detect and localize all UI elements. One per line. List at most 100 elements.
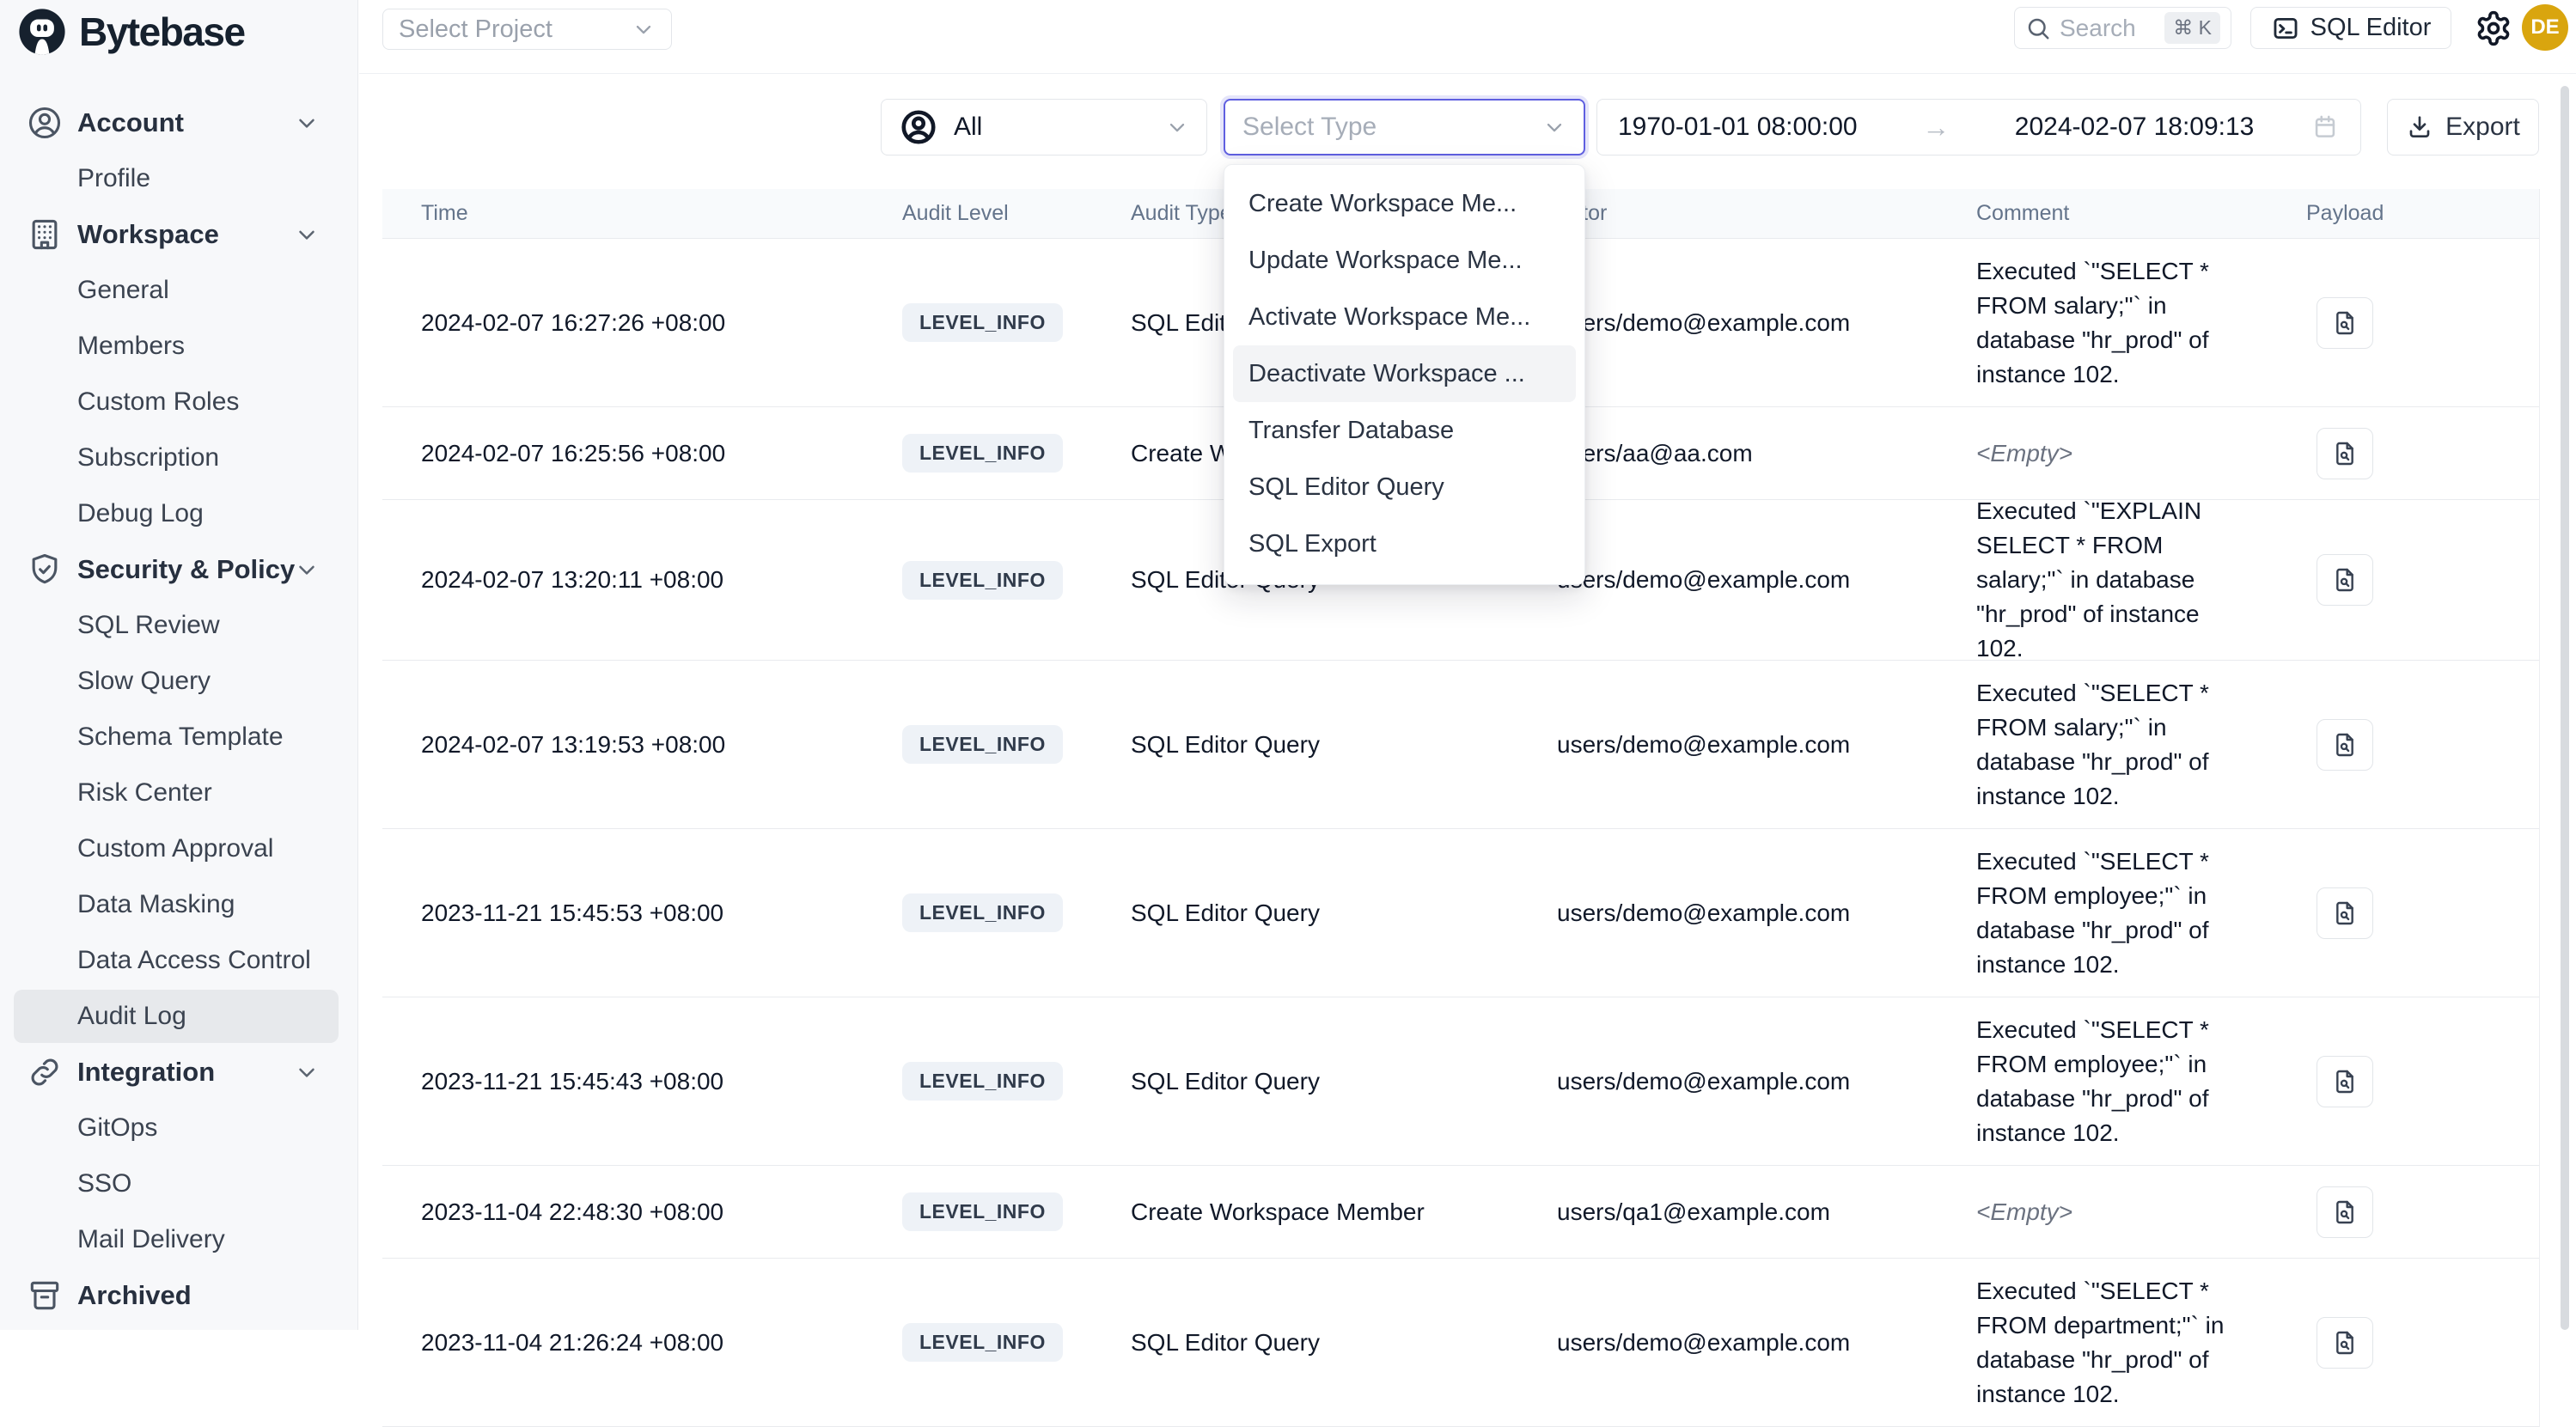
sidebar-item-sql-review[interactable]: SQL Review <box>14 599 339 652</box>
sidebar-item-custom-approval[interactable]: Custom Approval <box>14 822 339 875</box>
sidebar-item-schema-template[interactable]: Schema Template <box>14 710 339 764</box>
file-search-icon <box>2331 440 2359 467</box>
sidebar-item-account[interactable]: Account <box>14 96 339 149</box>
archive-icon <box>26 1277 64 1314</box>
project-select-placeholder: Select Project <box>399 15 552 44</box>
row-time: 2023-11-21 15:45:43 +08:00 <box>421 997 723 1165</box>
level-badge: LEVEL_INFO <box>902 434 1063 473</box>
date-end-value[interactable]: 2024-02-07 18:09:13 <box>2015 113 2255 142</box>
file-search-icon <box>2331 1068 2359 1095</box>
row-time: 2024-02-07 13:20:11 +08:00 <box>421 500 723 660</box>
menu-item-sql-editor-query[interactable]: SQL Editor Query <box>1233 459 1576 515</box>
row-actor: users/demo@example.com <box>1557 500 1850 660</box>
sidebar-item-workspace[interactable]: Workspace <box>14 208 339 261</box>
payload-view-button[interactable] <box>2317 1186 2373 1238</box>
level-badge: LEVEL_INFO <box>902 1192 1063 1231</box>
sidebar-item-slow-query[interactable]: Slow Query <box>14 655 339 708</box>
sidebar-item-members[interactable]: Members <box>14 320 339 373</box>
building-icon <box>26 216 64 253</box>
avatar[interactable]: DE <box>2522 4 2568 51</box>
file-search-icon <box>2331 731 2359 759</box>
bytebase-logo[interactable]: Bytebase <box>17 7 245 57</box>
search-input[interactable]: Search ⌘ K <box>2014 7 2231 49</box>
sidebar-item-gitops[interactable]: GitOps <box>14 1101 339 1155</box>
row-comment: Executed `"SELECT * FROM salary;"` in da… <box>1976 676 2247 814</box>
menu-item-deactivate-workspace-member[interactable]: Deactivate Workspace ... <box>1233 345 1576 402</box>
sidebar-item-debug-log[interactable]: Debug Log <box>14 487 339 540</box>
row-actor: users/qa1@example.com <box>1557 1166 1830 1258</box>
row-time: 2023-11-21 15:45:53 +08:00 <box>421 829 723 997</box>
sidebar-item-risk-center[interactable]: Risk Center <box>14 766 339 820</box>
table-row: 2023-11-21 15:45:53 +08:00 LEVEL_INFO SQ… <box>382 829 2539 997</box>
payload-view-button[interactable] <box>2317 1056 2373 1107</box>
payload-view-button[interactable] <box>2317 297 2373 349</box>
row-audit-type: SQL Editor Query <box>1131 1259 1320 1426</box>
brand-name: Bytebase <box>79 9 245 55</box>
shield-check-icon <box>26 551 64 588</box>
type-filter-dropdown-menu: Create Workspace Me... Update Workspace … <box>1224 164 1585 585</box>
row-comment: Executed `"SELECT * FROM salary;"` in da… <box>1976 254 2247 392</box>
top-bar: Select Project Search ⌘ K SQL Editor DE <box>359 0 2576 74</box>
menu-item-update-workspace-member[interactable]: Update Workspace Me... <box>1233 232 1576 289</box>
menu-item-activate-workspace-member[interactable]: Activate Workspace Me... <box>1233 289 1576 345</box>
sidebar-item-data-access-control[interactable]: Data Access Control <box>14 934 339 987</box>
chevron-down-icon <box>294 222 320 247</box>
sidebar-item-label: SSO <box>77 1169 131 1198</box>
row-comment: <Empty> <box>1976 436 2247 471</box>
row-audit-level: LEVEL_INFO <box>902 1166 1063 1258</box>
table-row: 2023-11-04 21:26:24 +08:00 LEVEL_INFO SQ… <box>382 1259 2539 1427</box>
sidebar-item-profile[interactable]: Profile <box>14 152 339 205</box>
sidebar-item-archived[interactable]: Archived <box>14 1269 339 1322</box>
bytebase-logo-icon <box>17 7 67 57</box>
column-header-comment: Comment <box>1976 189 2069 238</box>
menu-item-sql-export[interactable]: SQL Export <box>1233 515 1576 572</box>
sidebar-item-integration[interactable]: Integration <box>14 1046 339 1099</box>
payload-view-button[interactable] <box>2317 1317 2373 1369</box>
level-badge: LEVEL_INFO <box>902 1062 1063 1101</box>
payload-view-button[interactable] <box>2317 719 2373 771</box>
sidebar-item-security-policy[interactable]: Security & Policy <box>14 543 339 596</box>
sidebar-item-label: Schema Template <box>77 723 284 752</box>
row-time: 2024-02-07 16:27:26 +08:00 <box>421 239 725 406</box>
sidebar-item-subscription[interactable]: Subscription <box>14 431 339 485</box>
row-audit-level: LEVEL_INFO <box>902 997 1063 1165</box>
payload-view-button[interactable] <box>2317 887 2373 939</box>
export-button[interactable]: Export <box>2387 99 2539 156</box>
search-icon <box>2025 15 2051 41</box>
sidebar: Bytebase Account Profile Workspace Gener… <box>0 0 358 1330</box>
sidebar-item-label: Workspace <box>77 219 219 250</box>
sidebar-item-label: Profile <box>77 164 150 193</box>
menu-item-create-workspace-member[interactable]: Create Workspace Me... <box>1233 175 1576 232</box>
sidebar-item-mail-delivery[interactable]: Mail Delivery <box>14 1213 339 1266</box>
sql-editor-button[interactable]: SQL Editor <box>2250 7 2451 49</box>
search-placeholder: Search <box>2060 15 2156 42</box>
chevron-down-icon <box>1542 115 1566 139</box>
sidebar-item-general[interactable]: General <box>14 264 339 317</box>
search-shortcut-badge: ⌘ K <box>2164 12 2220 44</box>
row-audit-level: LEVEL_INFO <box>902 407 1063 499</box>
type-filter-select[interactable]: Select Type <box>1224 99 1585 156</box>
sidebar-item-data-masking[interactable]: Data Masking <box>14 878 339 931</box>
date-start-value[interactable]: 1970-01-01 08:00:00 <box>1618 113 1858 142</box>
type-filter-placeholder: Select Type <box>1242 113 1377 142</box>
payload-view-button[interactable] <box>2317 554 2373 606</box>
file-search-icon <box>2331 309 2359 337</box>
row-comment: <Empty> <box>1976 1195 2247 1229</box>
vertical-scrollbar[interactable] <box>2561 86 2569 1330</box>
payload-view-button[interactable] <box>2317 428 2373 479</box>
row-audit-level: LEVEL_INFO <box>902 661 1063 828</box>
date-range-picker[interactable]: 1970-01-01 08:00:00 → 2024-02-07 18:09:1… <box>1596 99 2361 156</box>
sidebar-item-label: SQL Review <box>77 611 220 640</box>
column-header-payload: Payload <box>2306 189 2384 238</box>
project-select[interactable]: Select Project <box>382 9 672 50</box>
actor-filter-select[interactable]: All <box>881 99 1207 156</box>
sidebar-item-sso[interactable]: SSO <box>14 1157 339 1211</box>
menu-item-transfer-database[interactable]: Transfer Database <box>1233 402 1576 459</box>
sidebar-item-label: Integration <box>77 1057 215 1088</box>
level-badge: LEVEL_INFO <box>902 303 1063 342</box>
sidebar-item-audit-log[interactable]: Audit Log <box>14 990 339 1043</box>
row-comment: Executed `"SELECT * FROM department;"` i… <box>1976 1274 2247 1412</box>
gear-icon[interactable] <box>2475 9 2512 47</box>
sidebar-item-custom-roles[interactable]: Custom Roles <box>14 375 339 429</box>
sidebar-item-label: Data Access Control <box>77 946 311 975</box>
